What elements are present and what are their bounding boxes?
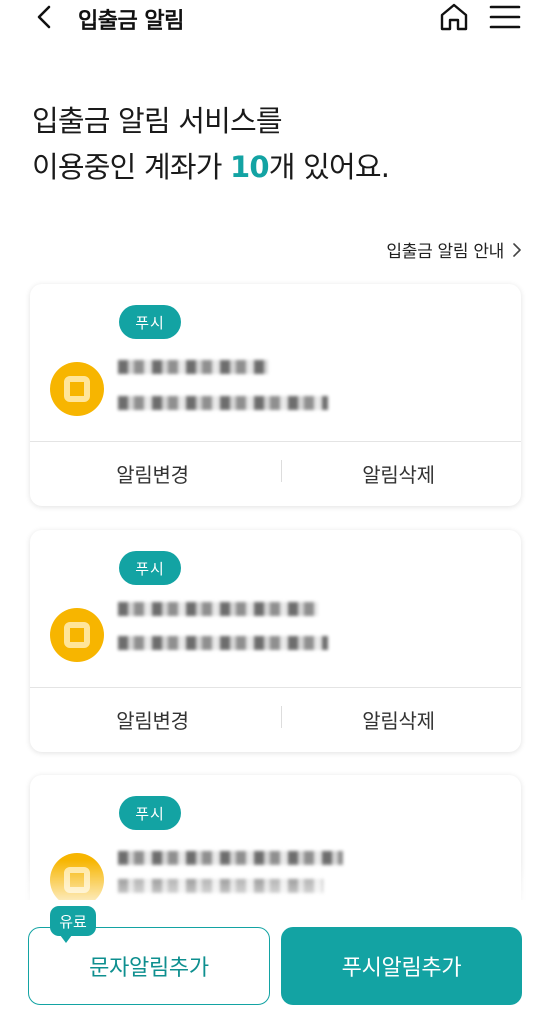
account-card: 푸시 알림변경 알림삭제 [30, 284, 521, 506]
push-badge: 푸시 [119, 796, 181, 830]
change-alert-button[interactable]: 알림변경 [30, 442, 275, 504]
add-push-alert-button[interactable]: 푸시알림추가 [281, 927, 522, 1005]
headline-line2: 이용중인 계좌가 10개 있어요. [32, 144, 390, 190]
paid-tag: 유료 [50, 906, 96, 943]
headline-suffix: 개 있어요. [268, 150, 390, 184]
alert-guide-link[interactable]: 입출금 알림 안내 [386, 237, 522, 262]
bank-logo-icon [50, 608, 104, 662]
masked-account-number [118, 636, 328, 650]
page-title: 입출금 알림 [78, 9, 184, 34]
masked-account-number [118, 396, 328, 410]
masked-account-name [118, 602, 318, 616]
headline-line1: 입출금 알림 서비스를 [32, 104, 283, 138]
push-badge: 푸시 [119, 305, 181, 339]
masked-account-name [118, 360, 268, 374]
home-icon [440, 3, 468, 31]
bank-logo-icon [50, 362, 104, 416]
app-header: 입출금 알림 [0, 0, 550, 40]
hamburger-menu-icon [489, 5, 521, 29]
delete-alert-button[interactable]: 알림삭제 [276, 442, 521, 504]
push-badge: 푸시 [119, 551, 181, 585]
menu-button[interactable] [486, 0, 524, 34]
back-button[interactable] [30, 2, 60, 32]
chevron-left-icon [37, 5, 51, 29]
change-alert-button[interactable]: 알림변경 [30, 688, 275, 750]
chevron-right-icon [513, 242, 521, 257]
headline-prefix: 이용중인 계좌가 [32, 150, 230, 184]
delete-alert-button[interactable]: 알림삭제 [276, 688, 521, 750]
headline: 입출금 알림 서비스를 이용중인 계좌가 10개 있어요. [32, 98, 390, 190]
home-button[interactable] [434, 0, 474, 34]
account-count: 10 [230, 150, 270, 184]
alert-guide-label: 입출금 알림 안내 [386, 242, 504, 262]
account-card: 푸시 알림변경 알림삭제 [30, 530, 521, 752]
